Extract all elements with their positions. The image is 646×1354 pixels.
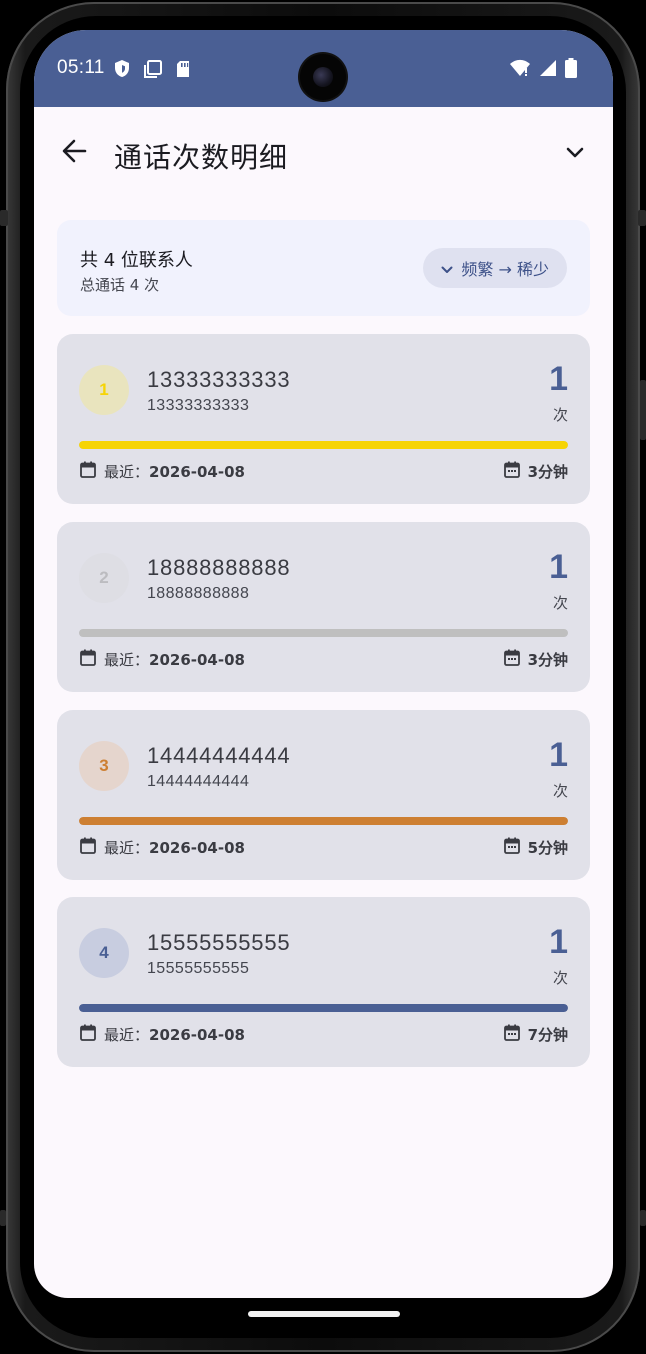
call-count: 1 [549, 548, 568, 586]
expand-menu-button[interactable] [559, 137, 591, 169]
call-count-unit: 次 [552, 969, 568, 987]
duration-value: 3分钟 [527, 651, 568, 669]
call-count: 1 [549, 360, 568, 398]
calendar-icon [80, 837, 96, 858]
chevron-down-icon [441, 259, 453, 278]
volume-button [638, 210, 646, 226]
total-calls: 总通话 4 次 [80, 276, 160, 294]
calendar-icon [503, 461, 520, 482]
recent-date: 2026-04-08 [149, 1026, 245, 1044]
contact-name: 18888888888 [147, 555, 291, 580]
sort-order-label: 频繁 → 稀少 [461, 260, 549, 279]
recent-call: 最近：2026-04-08 [80, 837, 245, 858]
rank-badge: 3 [79, 741, 129, 791]
side-button [640, 380, 646, 440]
recent-label: 最近： [104, 1026, 150, 1044]
status-icons-right [509, 58, 577, 82]
frequency-bar [79, 1004, 568, 1012]
calendar-icon [503, 1024, 520, 1045]
calendar-icon [80, 461, 96, 482]
frequency-bar [79, 441, 568, 449]
recent-call: 最近：2026-04-08 [80, 461, 245, 482]
side-button-left-lower [0, 1210, 6, 1226]
contact-card[interactable]: 1 13333333333 13333333333 1 次 最近：2026-04… [57, 334, 590, 504]
calendar-icon [80, 1024, 96, 1045]
frequency-bar-fill [79, 1004, 568, 1012]
signal-icon [539, 59, 557, 81]
arrow-back-icon [61, 139, 87, 167]
recent-label: 最近： [104, 651, 150, 669]
side-button-lower [640, 1210, 646, 1226]
rank-badge: 4 [79, 928, 129, 978]
duration-value: 3分钟 [527, 463, 568, 481]
back-button[interactable] [56, 135, 92, 171]
app-screen: 05:11 通话次数明细 共 4 位联系人 总通话 4 次 频繁 → 稀少 1 … [34, 30, 613, 1298]
contacts-count: 共 4 位联系人 [80, 250, 193, 271]
call-duration: 7分钟 [503, 1024, 568, 1045]
page-title: 通话次数明细 [114, 141, 289, 174]
recent-call: 最近：2026-04-08 [80, 649, 245, 670]
contact-name: 14444444444 [147, 743, 291, 768]
summary-card: 共 4 位联系人 总通话 4 次 频繁 → 稀少 [57, 220, 590, 316]
contact-card[interactable]: 2 18888888888 18888888888 1 次 最近：2026-04… [57, 522, 590, 692]
call-count-unit: 次 [552, 782, 568, 800]
call-duration: 3分钟 [503, 461, 568, 482]
duration-value: 7分钟 [527, 1026, 568, 1044]
calendar-icon [503, 837, 520, 858]
top-app-bar: 通话次数明细 [34, 107, 613, 199]
power-button [0, 210, 8, 226]
recent-date: 2026-04-08 [149, 463, 245, 481]
rank-badge: 1 [79, 365, 129, 415]
contact-phone: 18888888888 [147, 585, 250, 602]
frequency-bar-fill [79, 817, 568, 825]
recent-date: 2026-04-08 [149, 651, 245, 669]
front-camera [300, 54, 346, 100]
contact-card[interactable]: 4 15555555555 15555555555 1 次 最近：2026-04… [57, 897, 590, 1067]
contact-name: 15555555555 [147, 930, 291, 955]
call-count: 1 [549, 736, 568, 774]
recent-label: 最近： [104, 839, 150, 857]
duration-value: 5分钟 [527, 839, 568, 857]
contact-phone: 14444444444 [147, 773, 250, 790]
frequency-bar-fill [79, 629, 568, 637]
call-count-unit: 次 [552, 594, 568, 612]
screenshot-icon [144, 59, 162, 82]
call-count: 1 [549, 923, 568, 961]
call-count-unit: 次 [552, 406, 568, 424]
shield-icon [114, 59, 130, 82]
rank-badge: 2 [79, 553, 129, 603]
contact-name: 13333333333 [147, 367, 291, 392]
recent-label: 最近： [104, 463, 150, 481]
frequency-bar [79, 629, 568, 637]
call-duration: 3分钟 [503, 649, 568, 670]
status-bar: 05:11 [34, 30, 613, 107]
recent-date: 2026-04-08 [149, 839, 245, 857]
contact-phone: 15555555555 [147, 960, 250, 977]
frequency-bar-fill [79, 441, 568, 449]
calendar-icon [80, 649, 96, 670]
contact-card[interactable]: 3 14444444444 14444444444 1 次 最近：2026-04… [57, 710, 590, 880]
battery-icon [565, 58, 577, 82]
sort-order-button[interactable]: 频繁 → 稀少 [423, 248, 567, 288]
home-indicator[interactable] [248, 1311, 400, 1317]
status-time: 05:11 [57, 57, 105, 78]
phone-device: 05:11 通话次数明细 共 4 位联系人 总通话 4 次 频繁 → 稀少 1 … [0, 0, 646, 1354]
status-icons-left [114, 59, 190, 82]
chevron-down-icon [565, 144, 585, 163]
call-duration: 5分钟 [503, 837, 568, 858]
sd-card-icon [176, 60, 190, 82]
wifi-icon [509, 59, 531, 81]
contact-phone: 13333333333 [147, 397, 250, 414]
calendar-icon [503, 649, 520, 670]
recent-call: 最近：2026-04-08 [80, 1024, 245, 1045]
frequency-bar [79, 817, 568, 825]
